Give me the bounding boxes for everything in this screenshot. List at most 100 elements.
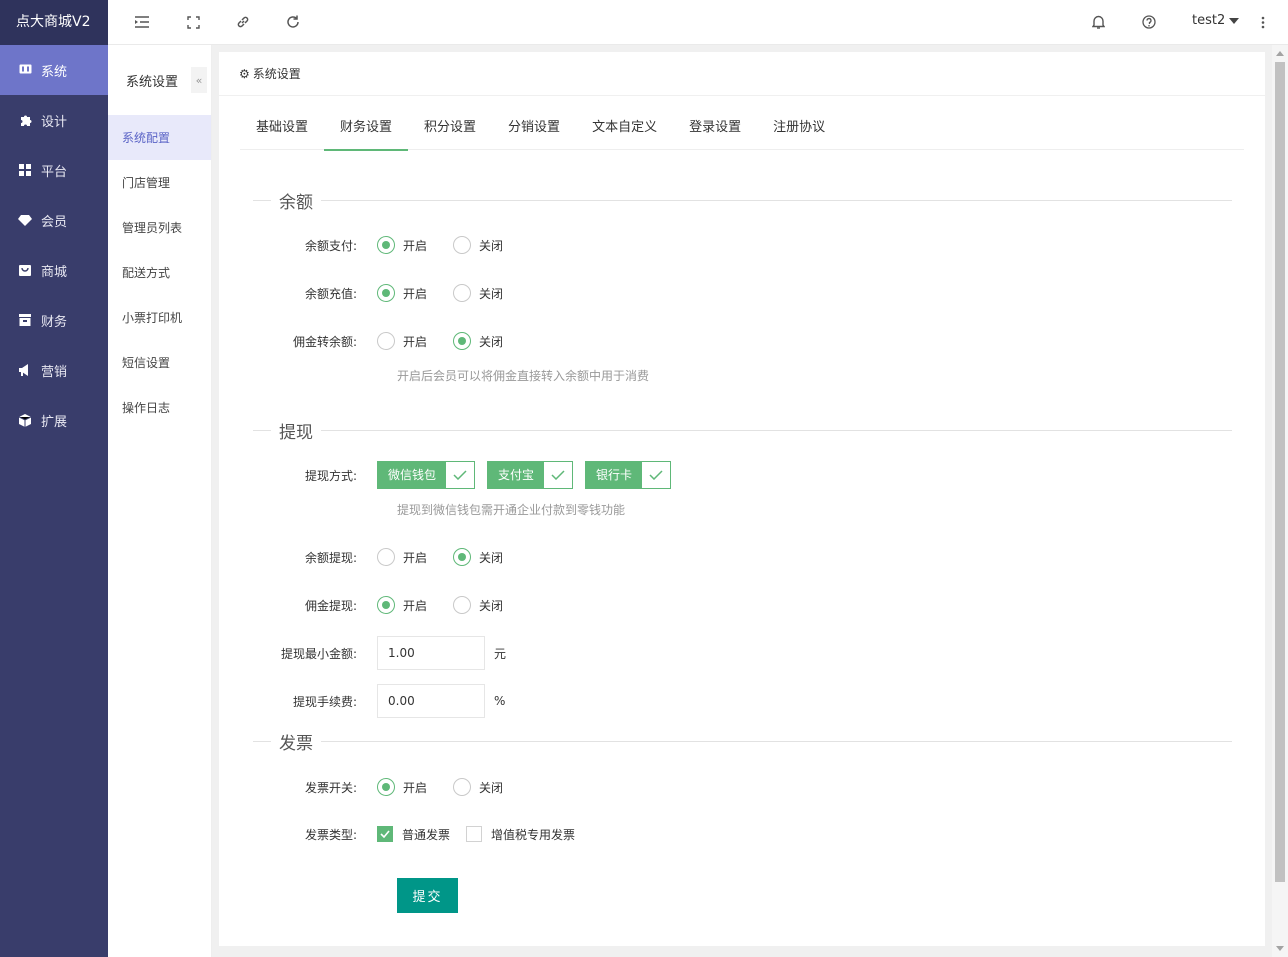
section-invoice: 发票 (253, 731, 1232, 754)
settings-tabs: 基础设置 财务设置 积分设置 分销设置 文本自定义 登录设置 注册协议 (240, 112, 1244, 151)
scroll-thumb[interactable] (1275, 62, 1285, 882)
sidebar-item-platform[interactable]: 平台 (0, 145, 108, 195)
commission-to-balance-off-radio[interactable]: 关闭 (453, 332, 503, 350)
check-icon (446, 462, 475, 488)
sidebar-item-shop[interactable]: 商城 (0, 245, 108, 295)
check-icon (642, 462, 671, 488)
balance-withdraw-off-radio[interactable]: 关闭 (453, 548, 503, 566)
row-commission-to-balance: 佣金转余额: 开启 关闭 (219, 329, 1265, 353)
field-label: 余额提现: (304, 550, 357, 565)
cube-icon (17, 413, 33, 427)
menu-toggle-icon[interactable] (132, 12, 152, 32)
row-balance-withdraw: 余额提现: 开启 关闭 (219, 545, 1265, 569)
row-fee: 提现手续费: % (219, 684, 1265, 718)
subnav-item-delivery[interactable]: 配送方式 (108, 250, 211, 295)
help-icon[interactable] (1139, 12, 1159, 32)
refresh-icon[interactable] (283, 12, 303, 32)
subnav-item-sms[interactable]: 短信设置 (108, 340, 211, 385)
invoice-on-radio[interactable]: 开启 (377, 778, 427, 796)
field-label: 提现方式: (304, 468, 357, 483)
field-label: 提现最小金额: (280, 646, 357, 661)
subnav-item-system-config[interactable]: 系统配置 (108, 115, 211, 160)
subnav-item-admins[interactable]: 管理员列表 (108, 205, 211, 250)
sidebar-item-design[interactable]: 设计 (0, 95, 108, 145)
section-title: 发票 (279, 733, 313, 754)
megaphone-icon (17, 364, 33, 376)
subnav-item-store[interactable]: 门店管理 (108, 160, 211, 205)
unit-label: % (494, 694, 506, 708)
section-withdraw: 提现 (253, 420, 1232, 443)
monitor-icon (17, 64, 33, 76)
scroll-up-icon[interactable] (1276, 51, 1284, 56)
tab-register-agreement[interactable]: 注册协议 (757, 112, 841, 150)
balance-withdraw-on-radio[interactable]: 开启 (377, 548, 427, 566)
puzzle-icon (17, 114, 33, 127)
sidebar-item-finance[interactable]: 财务 (0, 295, 108, 345)
row-invoice-type: 发票类型: 普通发票 增值税专用发票 (219, 822, 1265, 846)
field-label: 提现手续费: (292, 694, 357, 709)
sub-navigation: 系统设置 « 系统配置 门店管理 管理员列表 配送方式 小票打印机 短信设置 操… (108, 45, 212, 957)
sidebar-item-member[interactable]: 会员 (0, 195, 108, 245)
section-title: 余额 (279, 192, 313, 213)
withdraw-method-alipay[interactable]: 支付宝 (487, 461, 574, 489)
sidebar-item-label: 营销 (41, 364, 68, 380)
field-label: 余额充值: (304, 286, 357, 301)
scroll-down-icon[interactable] (1276, 946, 1284, 951)
sidebar-item-label: 扩展 (41, 414, 68, 430)
field-label: 余额支付: (304, 238, 357, 253)
top-bar: test2 (108, 0, 1288, 45)
subnav-header: 系统设置 « (108, 45, 211, 115)
tab-points[interactable]: 积分设置 (408, 112, 492, 150)
sidebar-item-extension[interactable]: 扩展 (0, 395, 108, 445)
sidebar-item-label: 系统 (41, 64, 68, 80)
user-menu[interactable]: test2 (1192, 13, 1240, 28)
balance-recharge-off-radio[interactable]: 关闭 (453, 284, 503, 302)
field-label: 佣金提现: (304, 598, 357, 613)
app-title: 点大商城V2 (0, 0, 108, 45)
wallet-icon (17, 314, 33, 326)
commission-withdraw-on-radio[interactable]: 开启 (377, 596, 427, 614)
submit-button[interactable]: 提交 (397, 878, 458, 913)
tab-basic[interactable]: 基础设置 (240, 112, 324, 150)
withdraw-method-bankcard[interactable]: 银行卡 (585, 461, 672, 489)
row-commission-withdraw: 佣金提现: 开启 关闭 (219, 593, 1265, 617)
main-sidebar: 点大商城V2 系统 设计 平台 会员 商城 财务 营销 扩展 (0, 0, 108, 957)
gear-icon: ⚙ (239, 66, 250, 81)
card-header: ⚙ 系统设置 (219, 52, 1265, 96)
sidebar-item-label: 平台 (41, 164, 68, 180)
subnav-item-logs[interactable]: 操作日志 (108, 385, 211, 430)
grid-icon (17, 164, 33, 176)
subnav-title: 系统设置 (126, 74, 179, 90)
sidebar-item-system[interactable]: 系统 (0, 45, 108, 95)
check-icon (544, 462, 573, 488)
min-amount-input[interactable] (377, 636, 485, 670)
section-balance: 余额 (253, 190, 1232, 213)
tab-distribution[interactable]: 分销设置 (492, 112, 576, 150)
withdraw-methods-hint: 提现到微信钱包需开通企业付款到零钱功能 (397, 503, 626, 517)
shop-icon (17, 264, 33, 276)
username: test2 (1192, 13, 1226, 28)
commission-withdraw-off-radio[interactable]: 关闭 (453, 596, 503, 614)
fullscreen-icon[interactable] (183, 12, 203, 32)
invoice-off-radio[interactable]: 关闭 (453, 778, 503, 796)
balance-pay-on-radio[interactable]: 开启 (377, 236, 427, 254)
fee-input[interactable] (377, 684, 485, 718)
settings-card: ⚙ 系统设置 基础设置 财务设置 积分设置 分销设置 文本自定义 登录设置 注册… (219, 52, 1265, 946)
collapse-icon[interactable]: « (191, 67, 207, 93)
balance-recharge-on-radio[interactable]: 开启 (377, 284, 427, 302)
row-invoice-switch: 发票开关: 开启 关闭 (219, 775, 1265, 799)
link-icon[interactable] (233, 12, 253, 32)
tab-finance[interactable]: 财务设置 (324, 112, 409, 151)
subnav-item-printer[interactable]: 小票打印机 (108, 295, 211, 340)
tab-login[interactable]: 登录设置 (673, 112, 757, 150)
bell-icon[interactable] (1088, 12, 1108, 32)
scrollbar[interactable] (1272, 45, 1288, 957)
sidebar-item-marketing[interactable]: 营销 (0, 345, 108, 395)
commission-to-balance-on-radio[interactable]: 开启 (377, 332, 427, 350)
balance-pay-off-radio[interactable]: 关闭 (453, 236, 503, 254)
invoice-type-vat-checkbox[interactable]: 增值税专用发票 (466, 826, 575, 843)
invoice-type-normal-checkbox[interactable]: 普通发票 (377, 826, 450, 843)
withdraw-method-wechat[interactable]: 微信钱包 (377, 461, 476, 489)
tab-text-custom[interactable]: 文本自定义 (576, 112, 673, 150)
more-icon[interactable] (1253, 12, 1273, 32)
